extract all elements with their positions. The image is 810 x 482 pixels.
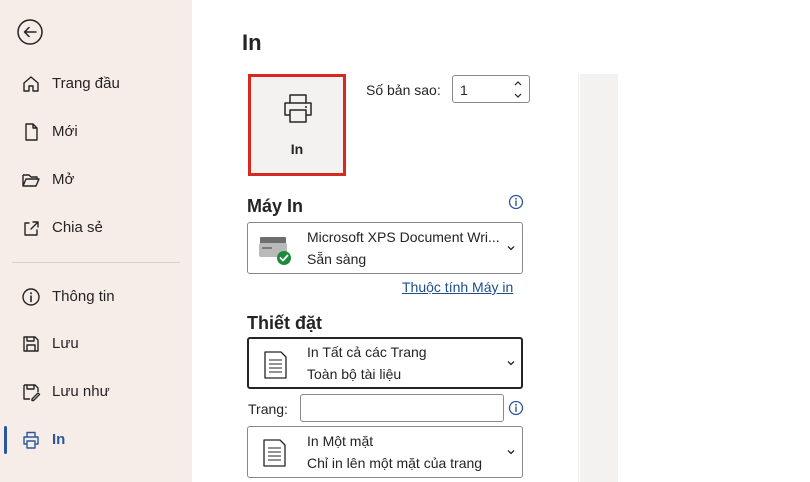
nav-item-info[interactable]: Thông tin [0, 277, 192, 317]
back-arrow-icon[interactable] [16, 18, 44, 46]
info-icon[interactable] [508, 194, 524, 210]
info-icon [22, 288, 40, 306]
backstage-sidebar: Trang đầu Mới Mở Chia sẻ Thông tin Lưu L… [0, 0, 192, 482]
chevron-down-icon [507, 246, 515, 251]
settings-section-title: Thiết đặt [247, 313, 322, 333]
preview-page [618, 74, 810, 482]
copies-value: 1 [460, 82, 468, 98]
increment-icon[interactable] [513, 79, 523, 88]
preview-margin [580, 74, 618, 482]
printer-icon [23, 431, 39, 449]
decrement-icon[interactable] [513, 91, 523, 100]
printer-icon [284, 94, 312, 123]
nav-item-save[interactable]: Lưu [0, 324, 192, 364]
printer-properties-link[interactable]: Thuộc tính Máy in [402, 279, 513, 295]
printer-device-icon [259, 237, 291, 265]
nav-divider [12, 262, 180, 263]
chevron-down-icon [507, 450, 515, 455]
share-icon [24, 221, 39, 236]
nav-label-print: In [52, 431, 66, 448]
printer-status: Sẵn sàng [307, 251, 367, 267]
printer-name: Microsoft XPS Document Wri... [307, 229, 499, 245]
nav-item-print[interactable]: In [0, 420, 192, 460]
one-sided-page-icon [263, 439, 286, 467]
copies-stepper[interactable]: 1 [452, 75, 530, 103]
open-folder-icon [22, 174, 40, 187]
save-icon [23, 336, 39, 352]
nav-item-home[interactable]: Trang đầu [0, 64, 192, 104]
nav-item-new[interactable]: Mới [0, 112, 192, 152]
page-title: In [242, 30, 262, 55]
nav-label-home: Trang đầu [52, 75, 120, 92]
nav-item-save-as[interactable]: Lưu như [0, 372, 192, 412]
print-sides-subtitle: Chỉ in lên một mặt của trang [307, 455, 483, 471]
print-button[interactable]: In [248, 74, 346, 176]
nav-label-save-as: Lưu như [52, 383, 110, 400]
new-document-icon [25, 123, 38, 141]
printer-section-title: Máy In [247, 196, 304, 216]
print-button-label: In [290, 141, 304, 157]
print-scope-subtitle: Toàn bộ tài liệu [307, 366, 402, 382]
print-scope-title: In Tất cả các Trang [307, 344, 427, 360]
printer-dropdown[interactable]: Microsoft XPS Document Wri... Sẵn sàng [247, 222, 523, 274]
nav-label-save: Lưu [52, 335, 79, 352]
print-scope-dropdown[interactable]: In Tất cả các Trang Toàn bộ tài liệu [247, 337, 523, 389]
print-sides-dropdown[interactable]: In Một mặt Chỉ in lên một mặt của trang [247, 426, 523, 478]
home-icon [23, 76, 39, 92]
save-as-icon [23, 384, 41, 402]
nav-label-info: Thông tin [52, 288, 115, 305]
nav-item-share[interactable]: Chia sẻ [0, 208, 192, 248]
nav-label-share: Chia sẻ [52, 219, 103, 236]
pages-input[interactable] [300, 394, 504, 422]
pages-label: Trang: [248, 401, 288, 417]
nav-label-new: Mới [52, 123, 78, 140]
nav-item-open[interactable]: Mở [0, 160, 192, 200]
nav-label-open: Mở [52, 171, 75, 188]
print-sides-title: In Một mặt [307, 433, 374, 449]
chevron-down-icon [507, 361, 515, 366]
preview-divider [578, 74, 579, 482]
info-icon[interactable] [508, 400, 524, 416]
copies-label: Số bản sao: [366, 82, 441, 98]
all-pages-icon [264, 351, 287, 379]
